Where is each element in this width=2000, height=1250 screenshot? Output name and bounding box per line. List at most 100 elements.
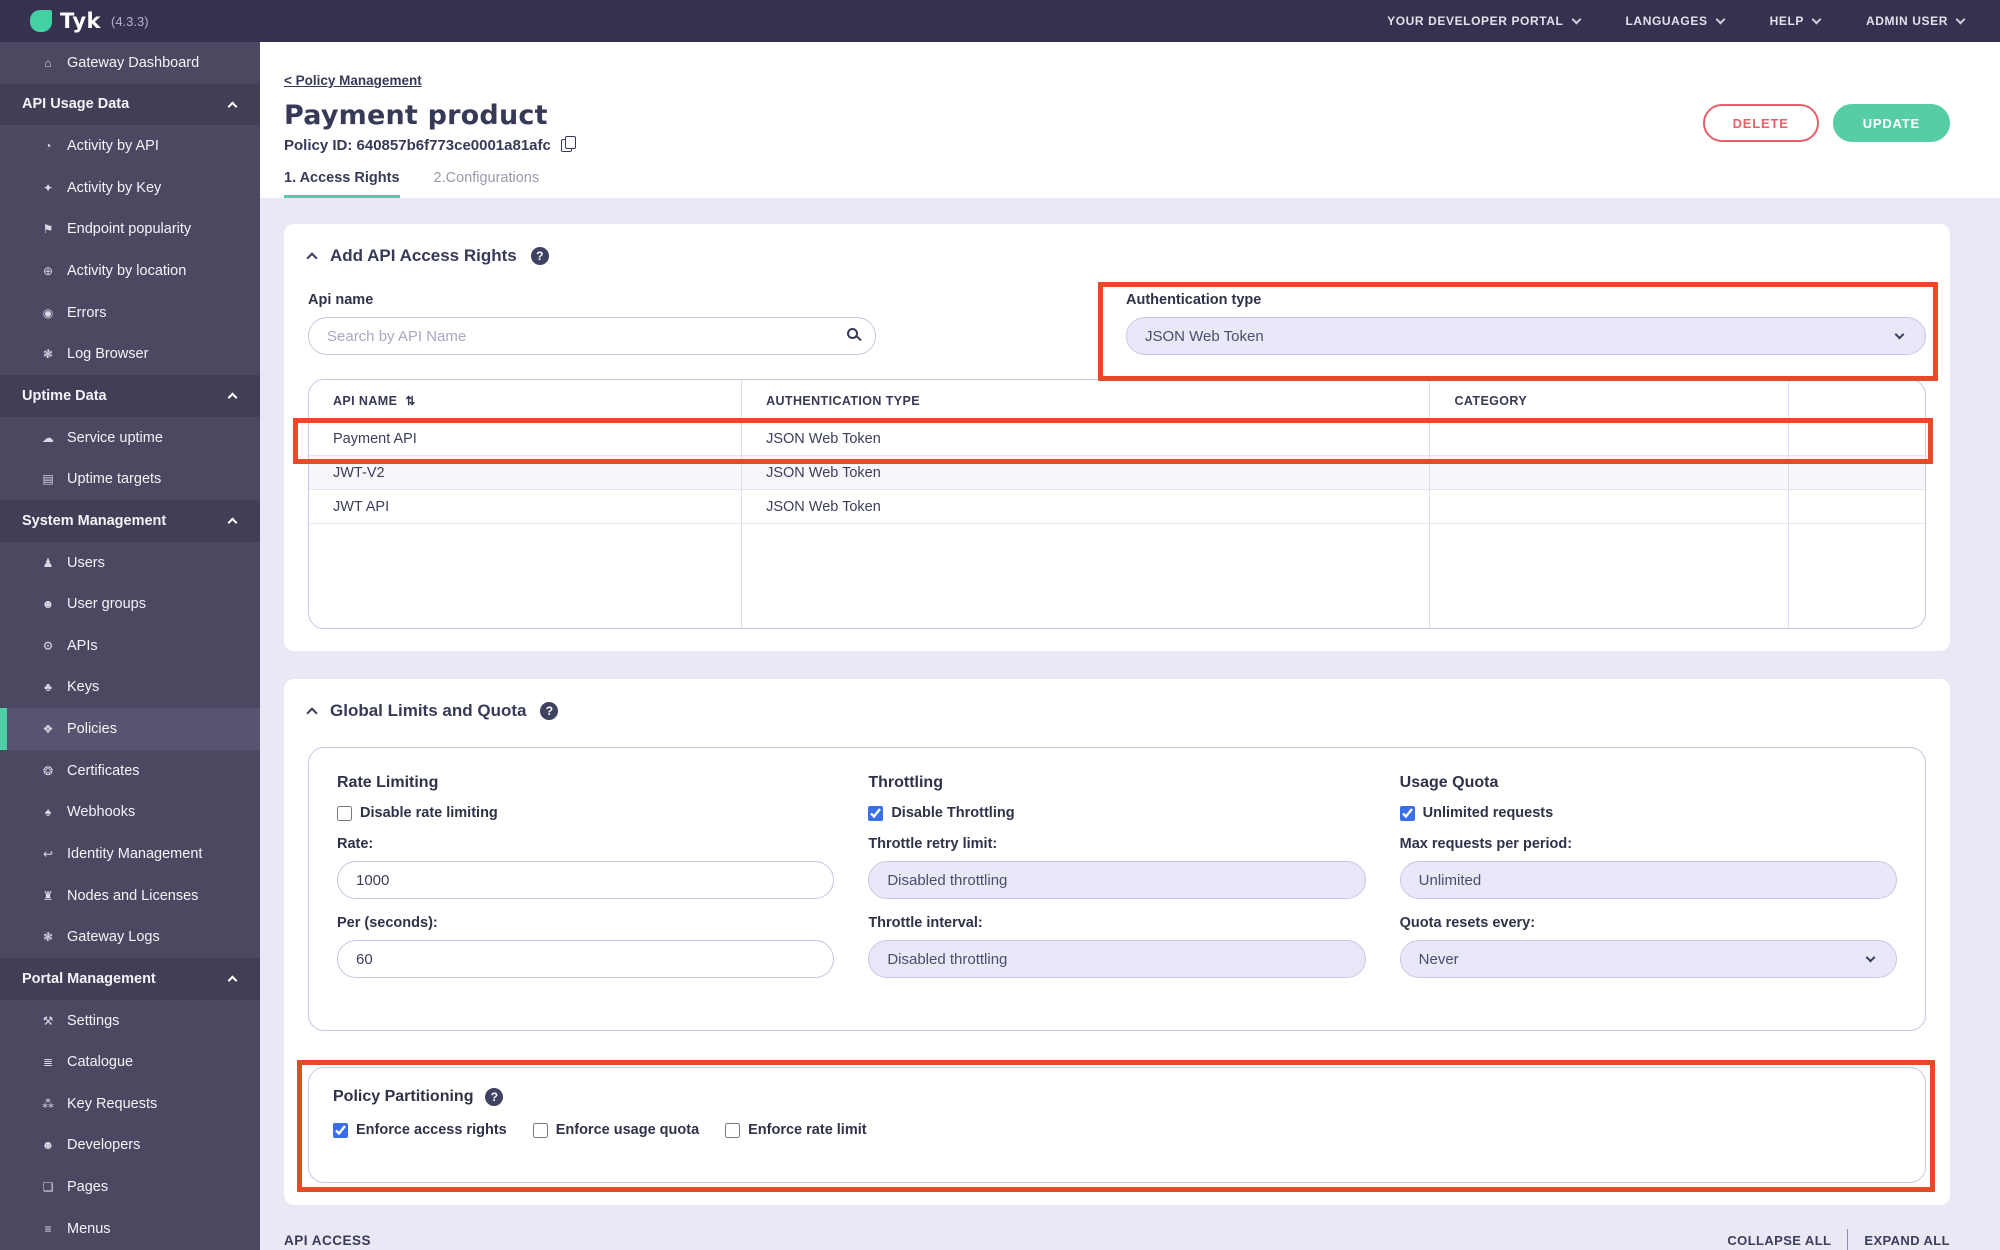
sidebar-item-gateway-logs[interactable]: ❃ Gateway Logs — [0, 916, 260, 958]
tyk-logo[interactable]: Tyk (4.3.3) — [30, 9, 149, 33]
rate-input[interactable] — [337, 861, 835, 899]
pie-chart-icon: ◔ — [44, 139, 52, 154]
sidebar-item-log-browser[interactable]: ❃ Log Browser — [0, 333, 260, 375]
sidebar-item-errors[interactable]: ◉ Errors — [0, 292, 260, 334]
tab-configurations[interactable]: 2.Configurations — [434, 170, 540, 198]
table-row-payment-api[interactable]: Payment API JSON Web Token — [309, 422, 1925, 456]
help-icon[interactable]: ? — [530, 247, 549, 265]
sidebar-item-keys[interactable]: ♣ Keys — [0, 667, 260, 709]
menu-languages[interactable]: LANGUAGES — [1626, 14, 1726, 28]
sidebar-item-webhooks[interactable]: ♠ Webhooks — [0, 792, 260, 834]
sidebar-item-developers[interactable]: ☻ Developers — [0, 1125, 260, 1167]
throttle-retry-limit-input — [868, 861, 1366, 899]
sidebar-item-endpoint-popularity[interactable]: ⚑ Endpoint popularity — [0, 209, 260, 251]
sidebar-item-activity-by-api[interactable]: ◔ Activity by API — [0, 125, 260, 167]
bug-icon: ❃ — [42, 347, 54, 362]
key-network-icon: ♣ — [44, 680, 52, 695]
table-row-jwt-api[interactable]: JWT API JSON Web Token — [309, 490, 1925, 524]
chevron-up-icon — [227, 517, 238, 528]
collapse-chevron-icon[interactable] — [306, 252, 318, 264]
help-icon[interactable]: ? — [485, 1088, 504, 1106]
sidebar-item-settings[interactable]: ⚒ Settings — [0, 1000, 260, 1042]
col-api-name: API NAME — [333, 393, 398, 408]
expand-all-button[interactable]: EXPAND ALL — [1864, 1233, 1950, 1248]
sidebar-section-system-management[interactable]: System Management — [0, 500, 260, 542]
col-auth-type: AUTHENTICATION TYPE — [742, 380, 1431, 421]
usage-quota-column: Usage Quota Unlimited requests Max reque… — [1399, 774, 1897, 994]
api-search-input[interactable] — [308, 317, 876, 355]
enforce-rate-limit-label[interactable]: Enforce rate limit — [748, 1122, 866, 1138]
sidebar-section-api-usage-data[interactable]: API Usage Data — [0, 83, 260, 126]
collapse-all-button[interactable]: COLLAPSE ALL — [1727, 1233, 1831, 1248]
tab-bar: 1. Access Rights 2.Configurations — [284, 170, 1950, 198]
unlimited-requests-checkbox[interactable] — [1399, 805, 1415, 821]
per-seconds-input[interactable] — [337, 940, 835, 978]
menu-icon: ≡ — [44, 1221, 52, 1236]
search-icon[interactable] — [847, 328, 858, 339]
collapse-chevron-icon[interactable] — [306, 707, 318, 719]
certificate-icon: ❂ — [42, 763, 54, 778]
update-button[interactable]: UPDATE — [1832, 104, 1950, 142]
sidebar-item-certificates[interactable]: ❂ Certificates — [0, 750, 260, 792]
auth-type-label: Authentication type — [1126, 292, 1262, 308]
sidebar-item-identity-management[interactable]: ↩ Identity Management — [0, 833, 260, 875]
delete-button[interactable]: DELETE — [1702, 104, 1819, 142]
catalogue-icon: ≣ — [42, 1055, 54, 1070]
page-header: < Policy Management Payment product Poli… — [260, 42, 2000, 198]
copy-icon[interactable] — [560, 136, 576, 152]
sidebar-item-catalogue[interactable]: ≣ Catalogue — [0, 1041, 260, 1083]
sidebar-item-pages[interactable]: ❏ Pages — [0, 1166, 260, 1208]
sidebar-item-menus[interactable]: ≡ Menus — [0, 1208, 260, 1250]
per-seconds-label: Per (seconds): — [337, 915, 438, 931]
policy-icon: ❖ — [42, 722, 54, 737]
sidebar-item-gateway-dashboard[interactable]: ⌂ Gateway Dashboard — [0, 42, 260, 84]
sidebar-item-users[interactable]: ♟ Users — [0, 542, 260, 584]
enforce-usage-quota-checkbox[interactable] — [532, 1122, 548, 1138]
unlimited-requests-label[interactable]: Unlimited requests — [1423, 805, 1554, 821]
sidebar: ⌂ Gateway Dashboard API Usage Data ◔ Activ… — [0, 42, 260, 1250]
sidebar-item-uptime-targets[interactable]: ▤ Uptime targets — [0, 458, 260, 500]
throttling-column: Throttling Disable Throttling Throttle r… — [868, 774, 1366, 994]
policy-partitioning-box: Policy Partitioning ? Enforce access rig… — [308, 1067, 1926, 1183]
section-title-global-limits: Global Limits and Quota — [330, 701, 527, 720]
quota-resets-select[interactable]: Never — [1399, 940, 1897, 978]
breadcrumb[interactable]: < Policy Management — [284, 73, 422, 88]
menu-help[interactable]: HELP — [1770, 14, 1822, 28]
identity-icon: ↩ — [42, 846, 54, 861]
sidebar-item-apis[interactable]: ⚙ APIs — [0, 625, 260, 667]
auth-type-select[interactable]: JSON Web Token — [1126, 317, 1926, 355]
sidebar-item-policies[interactable]: ❖ Policies — [0, 708, 260, 750]
content-area: Add API Access Rights ? Api name Authent… — [260, 198, 2000, 1250]
enforce-rate-limit-checkbox[interactable] — [725, 1122, 741, 1138]
cloud-icon: ☁ — [42, 430, 54, 445]
topbar-menus: YOUR DEVELOPER PORTAL LANGUAGES HELP ADM… — [1387, 14, 1966, 28]
api-access-section-label[interactable]: API ACCESS — [284, 1233, 371, 1248]
api-table-empty-area — [309, 524, 1925, 628]
enforce-access-rights-label[interactable]: Enforce access rights — [356, 1122, 507, 1138]
sidebar-item-service-uptime[interactable]: ☁ Service uptime — [0, 417, 260, 459]
help-icon[interactable]: ? — [540, 702, 559, 720]
api-table-header: API NAME ⇅ AUTHENTICATION TYPE CATEGORY — [309, 380, 1925, 422]
sidebar-section-portal-management[interactable]: Portal Management — [0, 958, 260, 1000]
menu-developer-portal[interactable]: YOUR DEVELOPER PORTAL — [1387, 14, 1581, 28]
bank-icon: ♜ — [42, 888, 54, 903]
sidebar-item-nodes-and-licenses[interactable]: ♜ Nodes and Licenses — [0, 875, 260, 917]
footer-divider — [1847, 1229, 1849, 1250]
disable-throttling-checkbox[interactable] — [868, 805, 884, 821]
disable-rate-limiting-label[interactable]: Disable rate limiting — [360, 805, 498, 821]
quota-resets-label: Quota resets every: — [1399, 915, 1536, 931]
table-row-jwt-v2[interactable]: JWT-V2 JSON Web Token — [309, 456, 1925, 490]
sidebar-section-uptime-data[interactable]: Uptime Data — [0, 375, 260, 417]
menu-admin-user[interactable]: ADMIN USER — [1866, 14, 1966, 28]
sidebar-item-user-groups[interactable]: ☻ User groups — [0, 583, 260, 625]
disable-throttling-label[interactable]: Disable Throttling — [891, 805, 1014, 821]
sidebar-item-activity-by-location[interactable]: ⊕ Activity by location — [0, 250, 260, 292]
throttling-title: Throttling — [868, 774, 943, 791]
tab-access-rights[interactable]: 1. Access Rights — [284, 170, 400, 198]
disable-rate-limiting-checkbox[interactable] — [337, 805, 352, 821]
sidebar-item-key-requests[interactable]: ⁂ Key Requests — [0, 1083, 260, 1125]
sidebar-item-activity-by-key[interactable]: ✦ Activity by Key — [0, 167, 260, 209]
sort-icon[interactable]: ⇅ — [405, 394, 415, 408]
enforce-access-rights-checkbox[interactable] — [333, 1122, 348, 1138]
enforce-usage-quota-label[interactable]: Enforce usage quota — [556, 1122, 699, 1138]
